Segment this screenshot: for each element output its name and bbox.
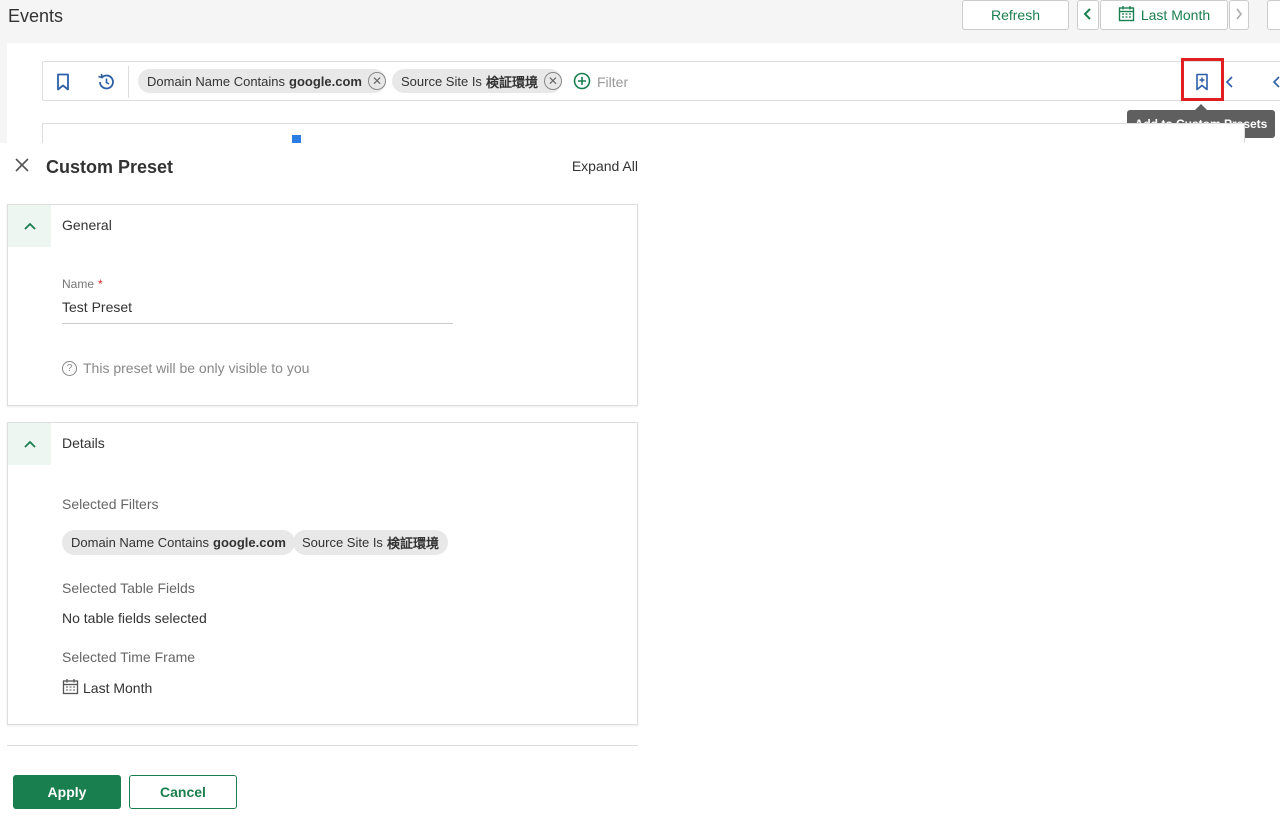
calendar-icon xyxy=(1118,5,1135,25)
refresh-button[interactable]: Refresh xyxy=(962,0,1069,30)
add-filter-button[interactable]: Filter xyxy=(573,70,628,94)
section-heading[interactable]: General xyxy=(62,217,112,233)
filter-chip[interactable]: Domain Name Contains google.com ✕ xyxy=(138,69,386,93)
page-title: Events xyxy=(8,6,64,26)
cancel-button[interactable]: Cancel xyxy=(129,775,237,809)
footer-divider xyxy=(7,745,638,746)
required-marker: * xyxy=(98,277,103,291)
filter-bar: Domain Name Contains google.com ✕ Source … xyxy=(42,61,1280,101)
add-filter-label: Filter xyxy=(597,74,629,90)
custom-preset-drawer: Custom Preset Expand All General Name * T… xyxy=(0,143,645,819)
expand-all-button[interactable]: Expand All xyxy=(572,158,638,174)
name-field-label: Name * xyxy=(62,277,103,291)
time-frame-text: Last Month xyxy=(83,680,153,696)
chip-prefix: Domain Name Contains xyxy=(147,73,286,89)
chip-value: google.com xyxy=(289,73,362,89)
filter-chip[interactable]: Source Site Is 検証環境 ✕ xyxy=(392,69,562,93)
selected-filter-chip: Domain Name Contains google.com xyxy=(62,530,295,555)
chip-prefix: Source Site Is xyxy=(302,535,383,550)
bookmark-icon[interactable] xyxy=(51,70,75,94)
table-fields-value: No table fields selected xyxy=(62,610,207,626)
chip-prefix: Source Site Is xyxy=(401,73,482,89)
arrow-icon[interactable] xyxy=(1265,70,1280,94)
chip-value: 検証環境 xyxy=(386,536,439,551)
selected-filters-label: Selected Filters xyxy=(62,496,159,512)
chip-prefix: Domain Name Contains xyxy=(71,535,210,550)
remove-chip-icon[interactable]: ✕ xyxy=(367,72,386,90)
chart-marker xyxy=(292,135,301,143)
calendar-icon xyxy=(62,678,79,698)
name-input[interactable]: Test Preset xyxy=(62,299,132,315)
results-panel xyxy=(42,123,1245,143)
next-period-button[interactable] xyxy=(1229,0,1249,30)
prev-period-button[interactable] xyxy=(1077,0,1099,30)
general-section: General Name * Test Preset ? This preset … xyxy=(7,204,638,406)
chip-value: 検証環境 xyxy=(485,74,538,90)
name-label-text: Name xyxy=(62,277,95,291)
selected-table-fields-label: Selected Table Fields xyxy=(62,580,195,596)
name-input-underline xyxy=(62,323,453,324)
section-heading[interactable]: Details xyxy=(62,435,105,451)
timeframe-label: Last Month xyxy=(1140,7,1211,23)
remove-chip-icon[interactable]: ✕ xyxy=(543,72,562,90)
filter-bar-divider xyxy=(128,66,129,98)
visibility-hint: ? This preset will be only visible to yo… xyxy=(62,360,309,376)
time-frame-value: Last Month xyxy=(62,678,152,698)
chevron-up-icon[interactable] xyxy=(8,205,51,247)
hint-text: This preset will be only visible to you xyxy=(83,360,310,376)
apply-button[interactable]: Apply xyxy=(13,775,121,809)
chevron-up-icon[interactable] xyxy=(8,423,51,465)
drawer-title: Custom Preset xyxy=(46,157,174,177)
chevron-right-icon xyxy=(1235,7,1243,24)
details-section: Details Selected Filters Domain Name Con… xyxy=(7,422,638,725)
chip-value: google.com xyxy=(213,535,286,550)
plus-circle-icon xyxy=(573,72,591,93)
selected-time-frame-label: Selected Time Frame xyxy=(62,649,196,665)
help-icon: ? xyxy=(62,360,77,376)
close-icon[interactable] xyxy=(14,157,30,178)
chevron-left-icon xyxy=(1083,7,1093,24)
history-icon[interactable] xyxy=(94,70,118,94)
highlight-box xyxy=(1181,58,1224,101)
selected-filter-chip: Source Site Is 検証環境 xyxy=(293,530,448,555)
more-button[interactable] xyxy=(1267,0,1280,30)
timeframe-button[interactable]: Last Month xyxy=(1100,0,1228,30)
